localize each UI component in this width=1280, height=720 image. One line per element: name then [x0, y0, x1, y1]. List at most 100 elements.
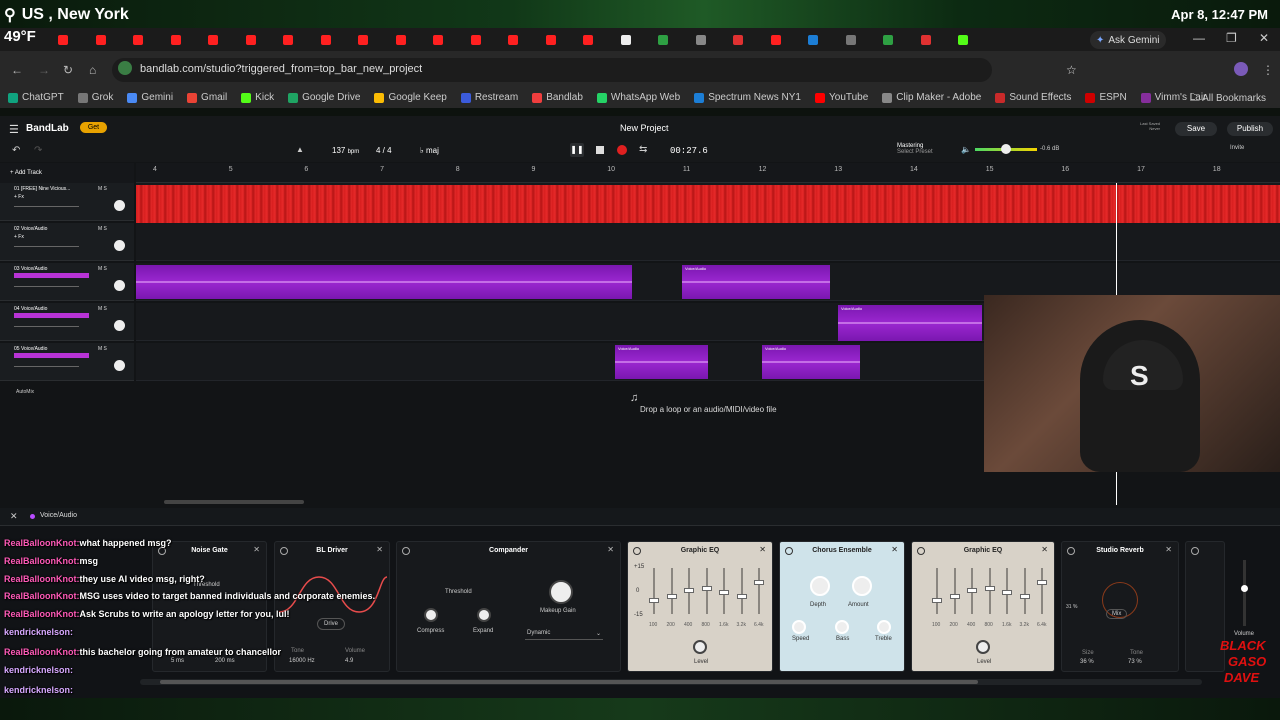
track-pan-knob[interactable]	[114, 240, 125, 251]
close-window-icon[interactable]: ✕	[1259, 31, 1269, 45]
mute-solo-buttons[interactable]: M S	[98, 306, 107, 312]
all-bookmarks-link[interactable]: 🗀 All Bookmarks	[1190, 91, 1266, 108]
volume-fader-handle[interactable]	[1241, 585, 1248, 592]
eq-fader[interactable]	[1019, 568, 1030, 614]
eq-fader-handle[interactable]	[701, 586, 712, 591]
browser-tab[interactable]	[770, 33, 805, 47]
timeline-scrollbar[interactable]	[164, 500, 304, 504]
automix-row[interactable]: AutoMix	[0, 386, 134, 400]
ask-gemini-button[interactable]: ✦ Ask Gemini	[1090, 31, 1166, 49]
power-icon[interactable]	[1191, 547, 1199, 555]
track-header[interactable]: 05 Voice/Audio M S	[0, 343, 134, 381]
eq-fader-handle[interactable]	[719, 590, 729, 595]
eq-fader[interactable]	[1037, 568, 1047, 614]
browser-tab[interactable]	[133, 33, 167, 47]
close-icon[interactable]: ✕	[376, 545, 383, 554]
bookmark-item[interactable]: YouTube	[815, 92, 868, 103]
studio-reverb-card[interactable]: Studio Reverb ✕ 31 % Mix Size 36 % Tone …	[1061, 541, 1179, 672]
eq-fader[interactable]	[736, 568, 747, 614]
track-name[interactable]: 04 Voice/Audio	[14, 306, 47, 312]
eq-fader-handle[interactable]	[736, 594, 747, 599]
expand-knob[interactable]	[477, 608, 491, 622]
eq-fader[interactable]	[932, 568, 942, 614]
track-pan-knob[interactable]	[114, 360, 125, 371]
track-pan-knob[interactable]	[114, 200, 125, 211]
master-volume-handle[interactable]	[1001, 144, 1011, 154]
redo-icon[interactable]: ↷	[34, 145, 42, 156]
bookmark-item[interactable]: ESPN	[1085, 92, 1127, 103]
browser-tab[interactable]	[845, 33, 880, 47]
close-icon[interactable]: ✕	[607, 545, 614, 554]
back-icon[interactable]: ←	[11, 63, 23, 77]
audio-clip[interactable]	[136, 185, 1280, 223]
bookmark-item[interactable]: Spectrum News NY1	[694, 92, 801, 103]
track-lane[interactable]	[136, 223, 1280, 261]
browser-tab[interactable]	[358, 33, 392, 47]
graphic-eq-card[interactable]: Graphic EQ ✕ +15 0 -15 Level	[627, 541, 773, 672]
browser-tab[interactable]	[620, 33, 655, 47]
mode-select[interactable]: Dynamic ⌄	[525, 628, 603, 640]
add-track-button[interactable]: + Add Track	[10, 170, 42, 176]
bookmark-item[interactable]: Google Keep	[374, 92, 447, 103]
track-fx-button[interactable]: + Fx	[14, 194, 24, 200]
bookmark-item[interactable]: Gemini	[127, 92, 173, 103]
eq-fader-handle[interactable]	[666, 594, 677, 599]
depth-knob[interactable]	[810, 576, 830, 596]
volume-fader-track[interactable]	[1243, 560, 1246, 626]
track-volume-slider[interactable]	[14, 246, 79, 247]
track-header[interactable]: 03 Voice/Audio M S	[0, 263, 134, 301]
speaker-icon[interactable]: 🔈	[961, 145, 971, 154]
mastering-button[interactable]: Mastering Select Preset	[897, 143, 933, 155]
eq-fader[interactable]	[754, 568, 764, 614]
browser-tab[interactable]	[695, 33, 730, 47]
bookmark-item[interactable]: Sound Effects	[995, 92, 1071, 103]
compander-card[interactable]: Compander ✕ Threshold Compress Expand Ma…	[396, 541, 621, 672]
close-icon[interactable]: ✕	[253, 545, 260, 554]
site-info-icon[interactable]	[118, 61, 132, 75]
bl-driver-card[interactable]: BL Driver ✕ Drive Tone 16000 Hz Volume 4…	[274, 541, 390, 672]
profile-avatar[interactable]	[1234, 62, 1248, 76]
eq-fader-handle[interactable]	[984, 586, 995, 591]
url-input[interactable]: bandlab.com/studio?triggered_from=top_ba…	[112, 58, 992, 82]
browser-tab[interactable]	[470, 33, 505, 47]
eq-fader[interactable]	[719, 568, 729, 614]
browser-tab[interactable]	[508, 33, 542, 47]
close-icon[interactable]: ✕	[759, 545, 766, 554]
browser-menu-icon[interactable]: ⋮	[1262, 63, 1274, 77]
bookmark-item[interactable]: WhatsApp Web	[596, 92, 680, 103]
project-title[interactable]: New Project	[620, 123, 669, 133]
loop-icon[interactable]: ⇆	[639, 144, 647, 155]
effects-scroll-thumb[interactable]	[160, 680, 978, 684]
hamburger-menu-icon[interactable]: ☰	[9, 123, 19, 136]
eq-fader[interactable]	[967, 568, 977, 614]
bookmark-item[interactable]: Clip Maker - Adobe	[882, 92, 981, 103]
bpm-field[interactable]: 137 bpm	[332, 146, 359, 155]
browser-tab[interactable]	[395, 33, 430, 47]
browser-tab[interactable]	[170, 33, 205, 47]
browser-tab[interactable]	[208, 33, 242, 47]
browser-tab[interactable]	[583, 33, 617, 47]
get-membership-button[interactable]: Get	[80, 122, 107, 133]
bookmark-item[interactable]: Google Drive	[288, 92, 360, 103]
eq-fader[interactable]	[684, 568, 694, 614]
bookmark-star-icon[interactable]: ☆	[1066, 63, 1077, 77]
drive-select[interactable]: Drive	[317, 618, 346, 630]
time-signature[interactable]: 4 / 4	[376, 146, 392, 155]
track-pan-knob[interactable]	[114, 280, 125, 291]
eq-fader[interactable]	[666, 568, 677, 614]
eq2-level-knob[interactable]	[976, 640, 990, 654]
browser-tab[interactable]	[958, 33, 992, 47]
publish-button[interactable]: Publish	[1227, 122, 1273, 136]
bookmark-item[interactable]: Bandlab	[532, 92, 583, 103]
browser-tab[interactable]	[545, 33, 580, 47]
close-effects-icon[interactable]: ✕	[10, 511, 18, 522]
maximize-icon[interactable]: ❐	[1226, 31, 1237, 45]
eq-fader[interactable]	[949, 568, 960, 614]
mix-select[interactable]: Mix	[1106, 609, 1128, 619]
browser-tab[interactable]	[245, 33, 280, 47]
speed-knob[interactable]	[792, 620, 806, 634]
bookmark-item[interactable]: Kick	[241, 92, 274, 103]
stop-button[interactable]	[596, 146, 604, 154]
browser-tab[interactable]	[320, 33, 355, 47]
track-header[interactable]: 02 Voice/Audio + Fx M S	[0, 223, 134, 261]
